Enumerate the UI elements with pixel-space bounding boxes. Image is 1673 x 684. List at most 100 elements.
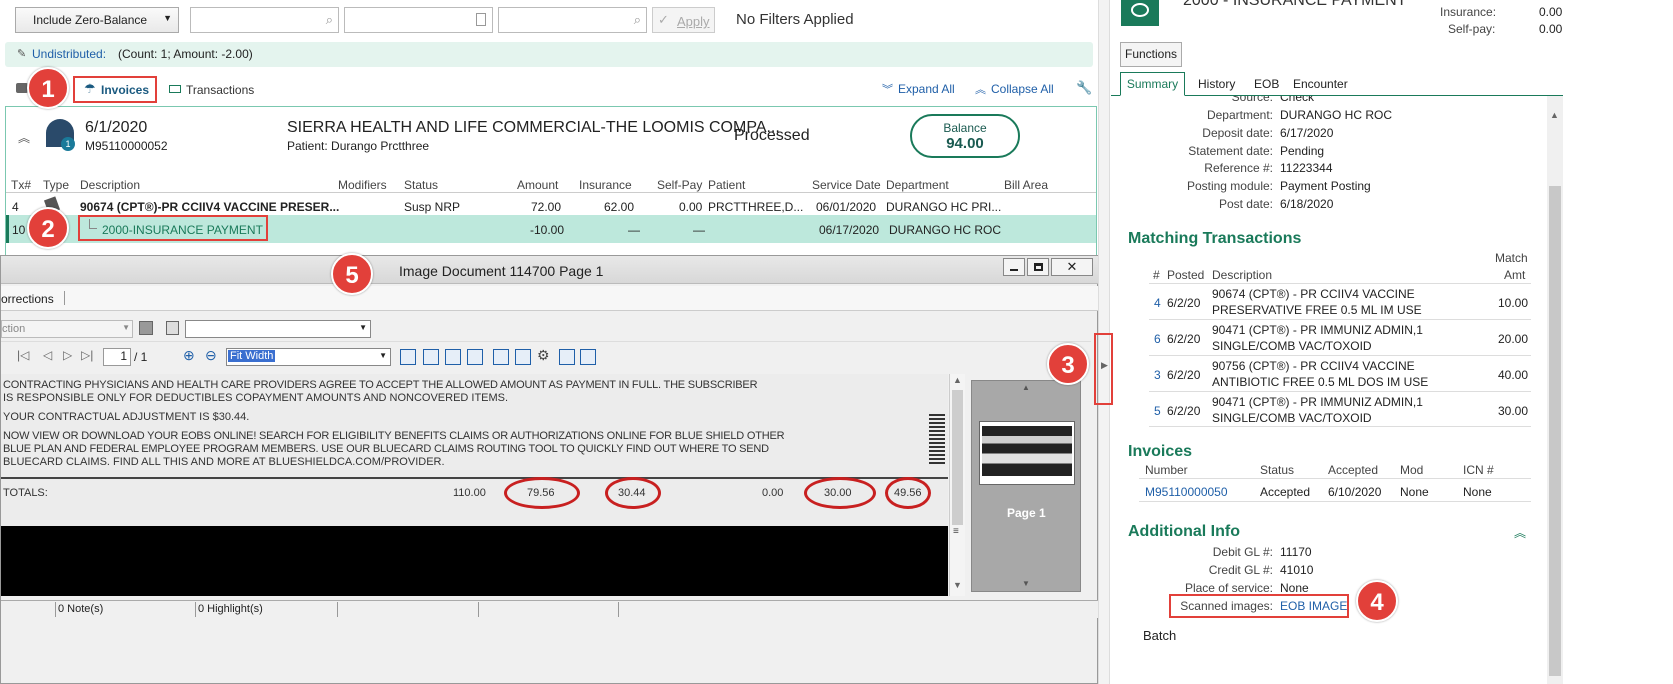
collapse-additional-icon[interactable]: ︽ <box>1514 524 1526 541</box>
tab-encounter[interactable]: Encounter <box>1293 77 1348 91</box>
thumb-page-label: Page 1 <box>1007 506 1046 520</box>
match-row[interactable]: 6 6/2/20 90471 (CPT®) - PR IMMUNIZ ADMIN… <box>1149 319 1531 355</box>
filter-input-2[interactable] <box>344 7 493 33</box>
undistributed-link[interactable]: Undistributed: <box>32 47 106 61</box>
match-amt: 20.00 <box>1498 332 1529 346</box>
filter-bar: Include Zero-Balance ▼ ⌕ ⌕ ✓ Apply No Fi… <box>0 0 1100 40</box>
tab-summary[interactable]: Summary <box>1120 72 1185 96</box>
tab-transactions[interactable]: Transactions <box>164 76 264 102</box>
first-page-icon[interactable]: |◁ <box>17 348 29 362</box>
zoom-out-icon[interactable]: ⊖ <box>205 347 217 364</box>
summary-value: 6/17/2020 <box>1280 126 1334 140</box>
invoice-number-link[interactable]: M95110000050 <box>1145 485 1228 499</box>
mode-combo-text: ction <box>2 323 26 335</box>
fit-all-icon[interactable] <box>445 349 461 365</box>
menu-corrections[interactable]: orrections <box>1 292 54 306</box>
match-col-desc: Description <box>1212 268 1273 282</box>
collapse-chevron-icon[interactable]: ︽ <box>18 129 30 146</box>
invoice-payer: SIERRA HEALTH AND LIFE COMMERCIAL-THE LO… <box>287 119 780 136</box>
scroll-up-icon[interactable]: ▲ <box>953 375 962 385</box>
col-patient: Patient <box>708 178 746 192</box>
scroll-down-icon[interactable]: ▼ <box>953 580 962 590</box>
page-number-input[interactable]: 1 <box>103 348 131 366</box>
scroll-thumb[interactable] <box>1549 186 1561 676</box>
mode-combo[interactable]: ction ▼ <box>1 320 133 338</box>
filter-input-3[interactable]: ⌕ <box>498 7 647 33</box>
undistributed-info: (Count: 1; Amount: -2.00) <box>118 47 253 61</box>
annotation-combo[interactable]: ▼ <box>185 320 371 338</box>
fit-height-icon[interactable] <box>467 349 483 365</box>
maximize-button[interactable] <box>1027 258 1049 276</box>
page-thumbnail[interactable] <box>979 421 1075 485</box>
invoice-number: M95110000052 <box>85 139 168 153</box>
col-tx: Tx# <box>11 178 32 192</box>
tab-eob[interactable]: EOB <box>1254 77 1279 91</box>
zoom-select[interactable]: Fit Width ▼ <box>226 348 391 366</box>
doc-line: BLUECARD CLAIMS. FIND ALL THIS AND MORE … <box>3 456 445 468</box>
summary-label: Department: <box>1206 108 1273 122</box>
doc-totals-label: TOTALS: <box>3 487 48 499</box>
window-titlebar[interactable]: Image Document 114700 Page 1 ✕ <box>1 256 1098 284</box>
summary-value: 11223344 <box>1280 161 1333 175</box>
tab-history[interactable]: History <box>1198 77 1235 91</box>
doc-barcode <box>929 414 945 464</box>
right-scrollbar[interactable]: ▲ <box>1547 96 1563 684</box>
document-viewport[interactable]: CONTRACTING PHYSICIANS AND HEALTH CARE P… <box>1 374 948 596</box>
zoom-region-icon[interactable] <box>580 349 596 365</box>
status-sep <box>55 602 56 617</box>
match-num-link[interactable]: 6 <box>1154 332 1161 346</box>
detail-tabs: Summary History EOB Encounter <box>1111 72 1563 96</box>
zero-balance-select[interactable]: Include Zero-Balance ▼ <box>15 7 179 33</box>
zero-balance-select-value: Include Zero-Balance <box>33 13 148 27</box>
invoice-row[interactable]: M95110000050 Accepted 6/10/2020 None Non… <box>1139 478 1531 502</box>
functions-button[interactable]: Functions <box>1120 42 1182 67</box>
flip-icon[interactable] <box>559 349 575 365</box>
thumb-scroll-up-icon[interactable]: ▲ <box>1022 383 1030 392</box>
functions-label: Functions <box>1124 47 1178 61</box>
last-page-icon[interactable]: ▷| <box>81 348 93 362</box>
close-button[interactable]: ✕ <box>1051 258 1093 276</box>
additional-value: 11170 <box>1280 545 1312 559</box>
next-page-icon[interactable]: ▷ <box>63 348 72 362</box>
document-icon[interactable] <box>166 321 179 335</box>
notes-count: 0 Note(s) <box>58 603 104 615</box>
viewport-scrollbar[interactable]: ▲ ≡ ▼ <box>949 374 965 596</box>
wrench-icon[interactable]: 🔧 <box>1076 80 1092 96</box>
row-amount: 72.00 <box>531 200 562 214</box>
match-num-link[interactable]: 4 <box>1154 296 1161 310</box>
col-insurance: Insurance <box>579 178 632 192</box>
match-row[interactable]: 5 6/2/20 90471 (CPT®) - PR IMMUNIZ ADMIN… <box>1149 391 1531 427</box>
thumb-scroll-down-icon[interactable]: ▼ <box>1022 579 1030 588</box>
expand-all-button[interactable]: ︾ Expand All <box>882 76 962 102</box>
rotate-left-icon[interactable] <box>493 349 509 365</box>
fit-width-icon[interactable] <box>423 349 439 365</box>
tab-transactions-label: Transactions <box>186 83 255 97</box>
doc-total-value: 30.44 <box>618 487 646 499</box>
row-tx: 10 <box>12 223 26 237</box>
filter-input-1[interactable]: ⌕ <box>190 7 339 33</box>
row-service-date: 06/01/2020 <box>816 200 877 214</box>
settings-gear-icon[interactable]: ⚙ <box>537 347 550 364</box>
match-row[interactable]: 3 6/2/20 90756 (CPT®) - PR CCIIV4 VACCIN… <box>1149 355 1531 391</box>
undistributed-bar: ✎ Undistributed: (Count: 1; Amount: -2.0… <box>5 42 1093 67</box>
rotate-right-icon[interactable] <box>515 349 531 365</box>
scroll-thumb[interactable] <box>952 390 963 525</box>
summary-value: Payment Posting <box>1280 179 1371 193</box>
scanned-eob-image: CONTRACTING PHYSICIANS AND HEALTH CARE P… <box>1 374 948 526</box>
apply-button[interactable]: ✓ Apply <box>652 7 715 33</box>
match-num-link[interactable]: 3 <box>1154 368 1161 382</box>
scroll-up-icon[interactable]: ▲ <box>1550 110 1559 120</box>
save-icon[interactable] <box>139 321 153 335</box>
invoices-title: Invoices <box>1128 443 1193 460</box>
prev-page-icon[interactable]: ◁ <box>43 348 52 362</box>
match-num-link[interactable]: 5 <box>1154 404 1161 418</box>
minimize-button[interactable] <box>1003 258 1025 276</box>
collapse-all-button[interactable]: ︽ Collapse All <box>975 76 1065 102</box>
zoom-in-icon[interactable]: ⊕ <box>183 347 195 364</box>
match-desc-2: PRESERVATIVE FREE 0.5 ML IM USE <box>1212 303 1422 317</box>
callout-4: 4 <box>1356 580 1398 622</box>
fit-page-icon[interactable] <box>400 349 416 365</box>
match-row[interactable]: 4 6/2/20 90674 (CPT®) - PR CCIIV4 VACCIN… <box>1149 283 1531 319</box>
window-title: Image Document 114700 Page 1 <box>399 263 604 279</box>
calendar-icon <box>476 13 486 26</box>
